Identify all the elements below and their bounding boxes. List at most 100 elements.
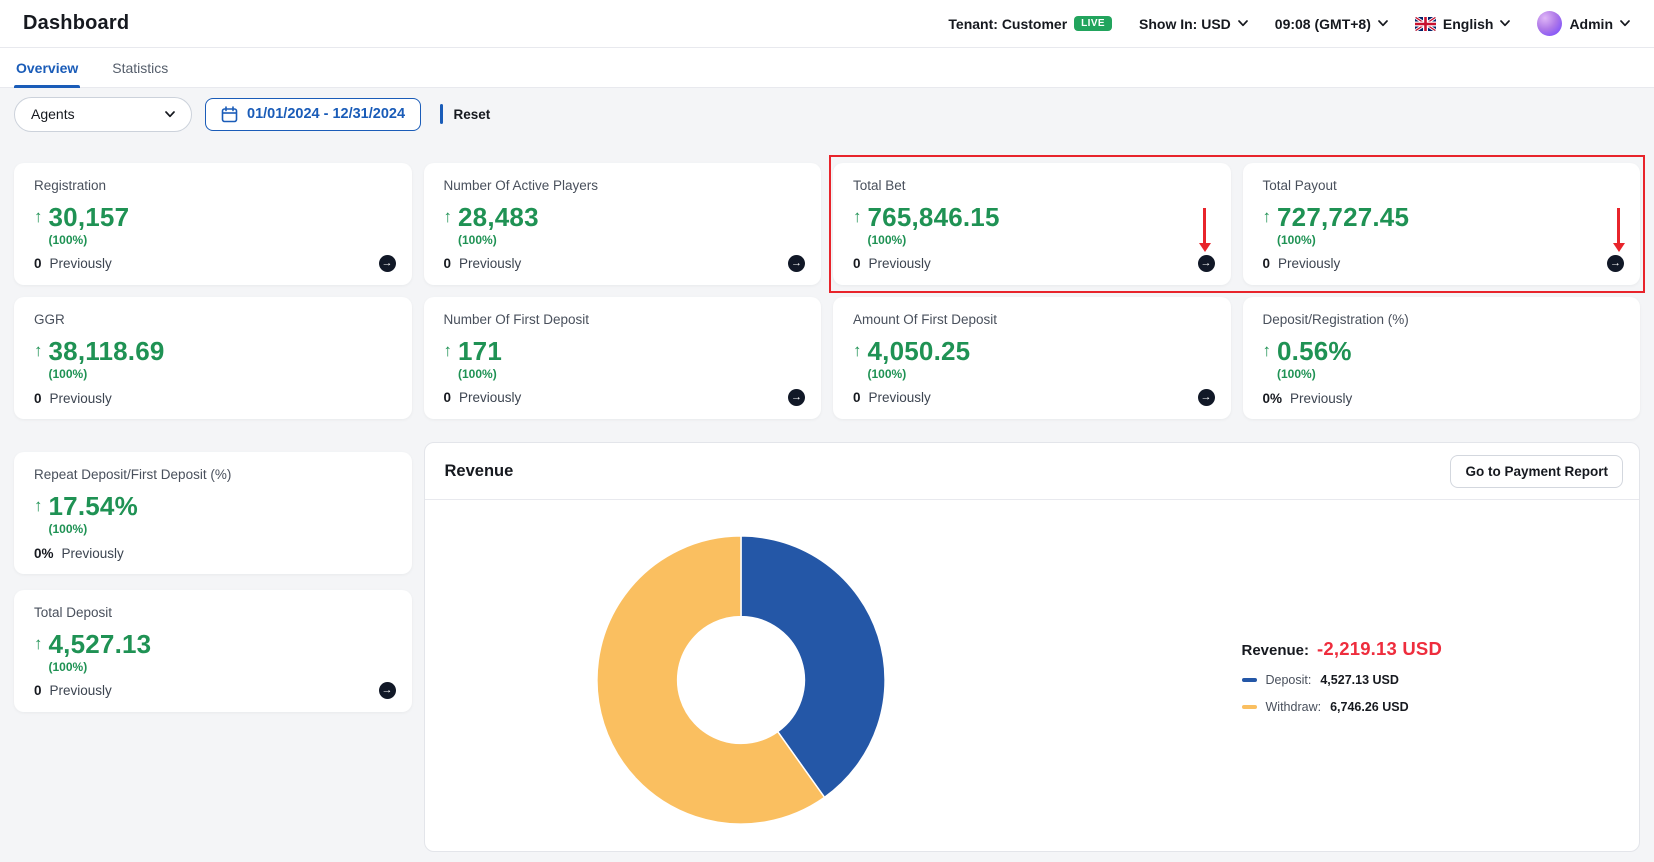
previous-label: Previously bbox=[459, 390, 521, 405]
main-content: Agents 01/01/2024 - 12/31/2024 Reset Reg… bbox=[0, 88, 1654, 862]
go-to-report-icon[interactable]: → bbox=[1607, 255, 1624, 272]
go-to-report-icon[interactable]: → bbox=[1198, 255, 1215, 272]
go-to-report-icon[interactable]: → bbox=[379, 255, 396, 272]
previous-value: 0 bbox=[444, 390, 452, 405]
deposit-legend-value: 4,527.13 USD bbox=[1320, 673, 1399, 687]
date-range-value: 01/01/2024 - 12/31/2024 bbox=[247, 106, 405, 122]
up-trend-icon: ↑ bbox=[34, 338, 43, 364]
revenue-donut-chart bbox=[594, 533, 888, 827]
stat-card-title: Total Bet bbox=[853, 178, 1215, 193]
previous-label: Previously bbox=[1290, 391, 1352, 406]
agents-select[interactable]: Agents bbox=[14, 97, 192, 132]
up-trend-icon: ↑ bbox=[853, 338, 862, 364]
stat-card-title: Amount Of First Deposit bbox=[853, 312, 1215, 327]
stat-card-percent: (100%) bbox=[458, 233, 539, 247]
go-to-report-icon[interactable]: → bbox=[788, 255, 805, 272]
tab-overview[interactable]: Overview bbox=[16, 48, 78, 88]
previous-value: 0 bbox=[34, 683, 42, 698]
stat-card-percent: (100%) bbox=[868, 367, 971, 381]
user-menu[interactable]: Admin bbox=[1537, 11, 1630, 36]
previous-label: Previously bbox=[459, 256, 521, 271]
deposit-legend-marker bbox=[1242, 678, 1257, 683]
language-dropdown[interactable]: English bbox=[1415, 16, 1511, 32]
previous-value: 0 bbox=[853, 256, 861, 271]
left-stat-column: Repeat Deposit/First Deposit (%) ↑ 17.54… bbox=[14, 442, 412, 712]
tenant-label: Tenant: Customer bbox=[948, 16, 1067, 32]
up-trend-icon: ↑ bbox=[1263, 338, 1272, 364]
revenue-panel: Revenue Go to Payment Report Revenue: -2… bbox=[424, 442, 1641, 852]
previous-label: Previously bbox=[869, 256, 931, 271]
previous-value: 0 bbox=[1263, 256, 1271, 271]
stat-card-title: Total Deposit bbox=[34, 605, 396, 620]
legend-item-deposit: Deposit: 4,527.13 USD bbox=[1242, 673, 1443, 687]
previous-value: 0% bbox=[34, 546, 54, 561]
stat-card-title: Repeat Deposit/First Deposit (%) bbox=[34, 467, 396, 482]
dashboard-page: Dashboard Tenant: Customer LIVE Show In:… bbox=[0, 0, 1654, 862]
page-title: Dashboard bbox=[23, 12, 129, 35]
revenue-total-row: Revenue: -2,219.13 USD bbox=[1242, 638, 1443, 660]
up-trend-icon: ↑ bbox=[444, 204, 453, 230]
previous-label: Previously bbox=[50, 683, 112, 698]
revenue-legend: Revenue: -2,219.13 USD Deposit: 4,527.13… bbox=[1242, 638, 1443, 714]
language-label: English bbox=[1443, 16, 1494, 32]
up-trend-icon: ↑ bbox=[1263, 204, 1272, 230]
revenue-panel-header: Revenue Go to Payment Report bbox=[425, 443, 1640, 500]
go-to-report-icon[interactable]: → bbox=[379, 682, 396, 699]
stat-card-percent: (100%) bbox=[458, 367, 502, 381]
previous-label: Previously bbox=[50, 391, 112, 406]
up-trend-icon: ↑ bbox=[34, 631, 43, 657]
up-trend-icon: ↑ bbox=[853, 204, 862, 230]
top-header: Dashboard Tenant: Customer LIVE Show In:… bbox=[0, 0, 1654, 48]
previous-label: Previously bbox=[62, 546, 124, 561]
stat-card-value: 171 bbox=[458, 338, 502, 365]
calendar-icon bbox=[221, 106, 238, 123]
previous-label: Previously bbox=[869, 390, 931, 405]
previous-value: 0% bbox=[1263, 391, 1283, 406]
previous-label: Previously bbox=[1278, 256, 1340, 271]
stat-card-percent: (100%) bbox=[49, 522, 138, 536]
stat-card-ggr: GGR ↑ 38,118.69 (100%) 0 Previously bbox=[14, 297, 412, 419]
avatar bbox=[1537, 11, 1562, 36]
currency-dropdown[interactable]: Show In: USD bbox=[1139, 16, 1248, 32]
stat-card-percent: (100%) bbox=[49, 367, 165, 381]
filter-bar: Agents 01/01/2024 - 12/31/2024 Reset bbox=[14, 96, 1640, 132]
agents-select-value: Agents bbox=[31, 106, 75, 122]
go-to-report-icon[interactable]: → bbox=[788, 389, 805, 406]
stat-card-value: 28,483 bbox=[458, 204, 539, 231]
up-trend-icon: ↑ bbox=[34, 204, 43, 230]
stat-card-total-payout: Total Payout ↑ 727,727.45 (100%) 0 Previ… bbox=[1243, 163, 1641, 285]
bottom-section: Repeat Deposit/First Deposit (%) ↑ 17.54… bbox=[14, 442, 1640, 852]
stat-card-total-deposit: Total Deposit ↑ 4,527.13 (100%) 0 Previo… bbox=[14, 590, 412, 712]
stat-card-value: 4,527.13 bbox=[49, 631, 152, 658]
previous-value: 0 bbox=[34, 256, 42, 271]
stat-card-value: 0.56% bbox=[1277, 338, 1352, 365]
stat-card-deposit-registration: Deposit/Registration (%) ↑ 0.56% (100%) … bbox=[1243, 297, 1641, 419]
withdraw-legend-value: 6,746.26 USD bbox=[1330, 700, 1409, 714]
live-badge: LIVE bbox=[1074, 16, 1112, 31]
stat-card-title: Total Payout bbox=[1263, 178, 1625, 193]
stat-cards-row-2: GGR ↑ 38,118.69 (100%) 0 Previously Numb… bbox=[14, 297, 1640, 419]
withdraw-legend-marker bbox=[1242, 705, 1257, 710]
tenant-indicator: Tenant: Customer LIVE bbox=[948, 16, 1112, 32]
stat-card-value: 30,157 bbox=[49, 204, 130, 231]
stat-card-value: 17.54% bbox=[49, 493, 138, 520]
stat-card-percent: (100%) bbox=[49, 233, 130, 247]
uk-flag-icon bbox=[1415, 17, 1436, 31]
currency-label: Show In: USD bbox=[1139, 16, 1231, 32]
stat-card-value: 765,846.15 bbox=[868, 204, 1000, 231]
stat-card-value: 4,050.25 bbox=[868, 338, 971, 365]
previous-value: 0 bbox=[853, 390, 861, 405]
divider bbox=[440, 104, 443, 124]
go-to-payment-report-button[interactable]: Go to Payment Report bbox=[1450, 455, 1623, 488]
stat-card-percent: (100%) bbox=[1277, 367, 1352, 381]
go-to-report-icon[interactable]: → bbox=[1198, 389, 1215, 406]
previous-value: 0 bbox=[34, 391, 42, 406]
reset-button[interactable]: Reset bbox=[454, 107, 491, 122]
date-range-button[interactable]: 01/01/2024 - 12/31/2024 bbox=[205, 98, 421, 131]
tab-statistics[interactable]: Statistics bbox=[112, 48, 168, 88]
stat-card-percent: (100%) bbox=[49, 660, 152, 674]
stat-card-value: 727,727.45 bbox=[1277, 204, 1409, 231]
deposit-legend-label: Deposit: bbox=[1266, 673, 1312, 687]
timezone-dropdown[interactable]: 09:08 (GMT+8) bbox=[1275, 16, 1388, 32]
stat-card-total-bet: Total Bet ↑ 765,846.15 (100%) 0 Previous… bbox=[833, 163, 1231, 285]
